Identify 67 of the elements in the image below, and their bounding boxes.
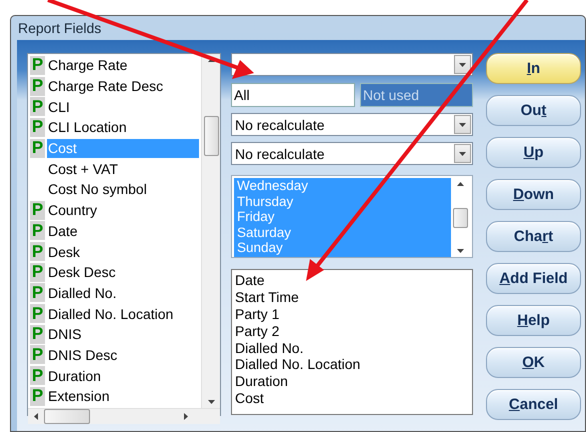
dialog-button[interactable]: Add Field — [486, 263, 581, 294]
report-list-item[interactable]: Dialled No. — [235, 340, 469, 356]
field-list-item[interactable]: Desk — [47, 242, 199, 262]
field-badge: P — [30, 304, 45, 324]
dialog-button[interactable]: Chart — [486, 221, 581, 252]
dialog-button[interactable]: In — [486, 53, 581, 84]
field-badge: P — [30, 221, 45, 240]
field-list-item[interactable]: CLI Location — [47, 118, 199, 137]
field-badge: P — [30, 262, 45, 282]
report-list-item[interactable]: Start Time — [235, 288, 469, 306]
field-badge: P — [30, 324, 45, 344]
field-badge: P — [30, 118, 45, 137]
dropdown[interactable]: No recalculate — [231, 142, 473, 165]
field-list-item[interactable]: DNIS — [47, 324, 199, 344]
dropdown[interactable]: No recalculate — [231, 113, 473, 136]
dialog-button[interactable]: Help — [486, 305, 581, 336]
filter-field[interactable]: All — [231, 83, 355, 107]
dialog-button[interactable]: Out — [486, 95, 581, 126]
vertical-scrollbar[interactable] — [201, 54, 220, 408]
field-badge: P — [30, 366, 45, 386]
field-badge: P — [30, 283, 45, 302]
field-list-item[interactable]: Cost + VAT — [47, 159, 199, 178]
field-list-item[interactable]: Desk Desc — [47, 262, 199, 282]
field-list-item[interactable]: Country — [47, 200, 199, 220]
field-badge: P — [30, 76, 45, 96]
field-list-item[interactable]: Cost No symbol — [47, 180, 199, 199]
report-list-item[interactable]: Duration — [235, 373, 469, 390]
scroll-thumb[interactable] — [453, 208, 468, 228]
dialog-button[interactable]: Down — [486, 179, 581, 210]
dropdown-arrow-icon[interactable] — [459, 152, 466, 156]
report-list-item[interactable]: Date — [235, 272, 469, 289]
scroll-left-arrow-icon[interactable] — [34, 412, 38, 420]
dropdown[interactable] — [231, 53, 473, 76]
field-badge: P — [30, 97, 45, 116]
scroll-down-arrow-icon[interactable] — [457, 249, 464, 253]
horizontal-scrollbar[interactable] — [28, 408, 220, 424]
field-badge: P — [30, 200, 45, 220]
report-list-item[interactable]: Party 2 — [235, 322, 469, 340]
field-list-item[interactable]: Duration — [47, 366, 199, 386]
scroll-up-arrow-icon[interactable] — [457, 182, 464, 186]
scroll-thumb[interactable] — [204, 116, 218, 156]
field-list-item[interactable]: Extension — [47, 386, 199, 406]
field-badge: P — [30, 345, 45, 364]
scroll-thumb[interactable] — [44, 408, 90, 424]
dialog-button[interactable]: Up — [486, 137, 581, 168]
field-list-item[interactable]: Date — [47, 221, 199, 240]
field-list-item[interactable]: DNIS Desc — [47, 345, 199, 364]
report-list-item[interactable]: Party 1 — [235, 306, 469, 323]
scroll-down-arrow-icon[interactable] — [208, 400, 214, 404]
field-badge: P — [30, 386, 45, 406]
field-badge: P — [30, 242, 45, 262]
report-list-item[interactable]: Cost — [235, 390, 469, 408]
field-list-item[interactable]: Charge Rate Desc — [47, 76, 199, 96]
dialog-button[interactable]: OK — [486, 347, 581, 378]
report-list-item[interactable]: Dialled No. Location — [235, 356, 469, 374]
field-badge: P — [30, 138, 45, 158]
dropdown-arrow-icon[interactable] — [459, 62, 466, 66]
field-list-item[interactable]: Dialled No. Location — [47, 304, 199, 324]
dropdown-arrow-icon[interactable] — [459, 122, 466, 126]
window-title: Report Fields — [17, 19, 102, 38]
field-list-item[interactable]: CLI — [47, 97, 199, 116]
dialog-button[interactable]: Cancel — [486, 389, 581, 420]
scroll-right-arrow-icon[interactable] — [184, 412, 188, 420]
scroll-up-arrow-icon[interactable] — [208, 58, 214, 62]
field-list-item[interactable]: Charge Rate — [47, 56, 199, 75]
field-badge: P — [30, 56, 45, 75]
field-list-item[interactable]: Dialled No. — [47, 283, 199, 302]
